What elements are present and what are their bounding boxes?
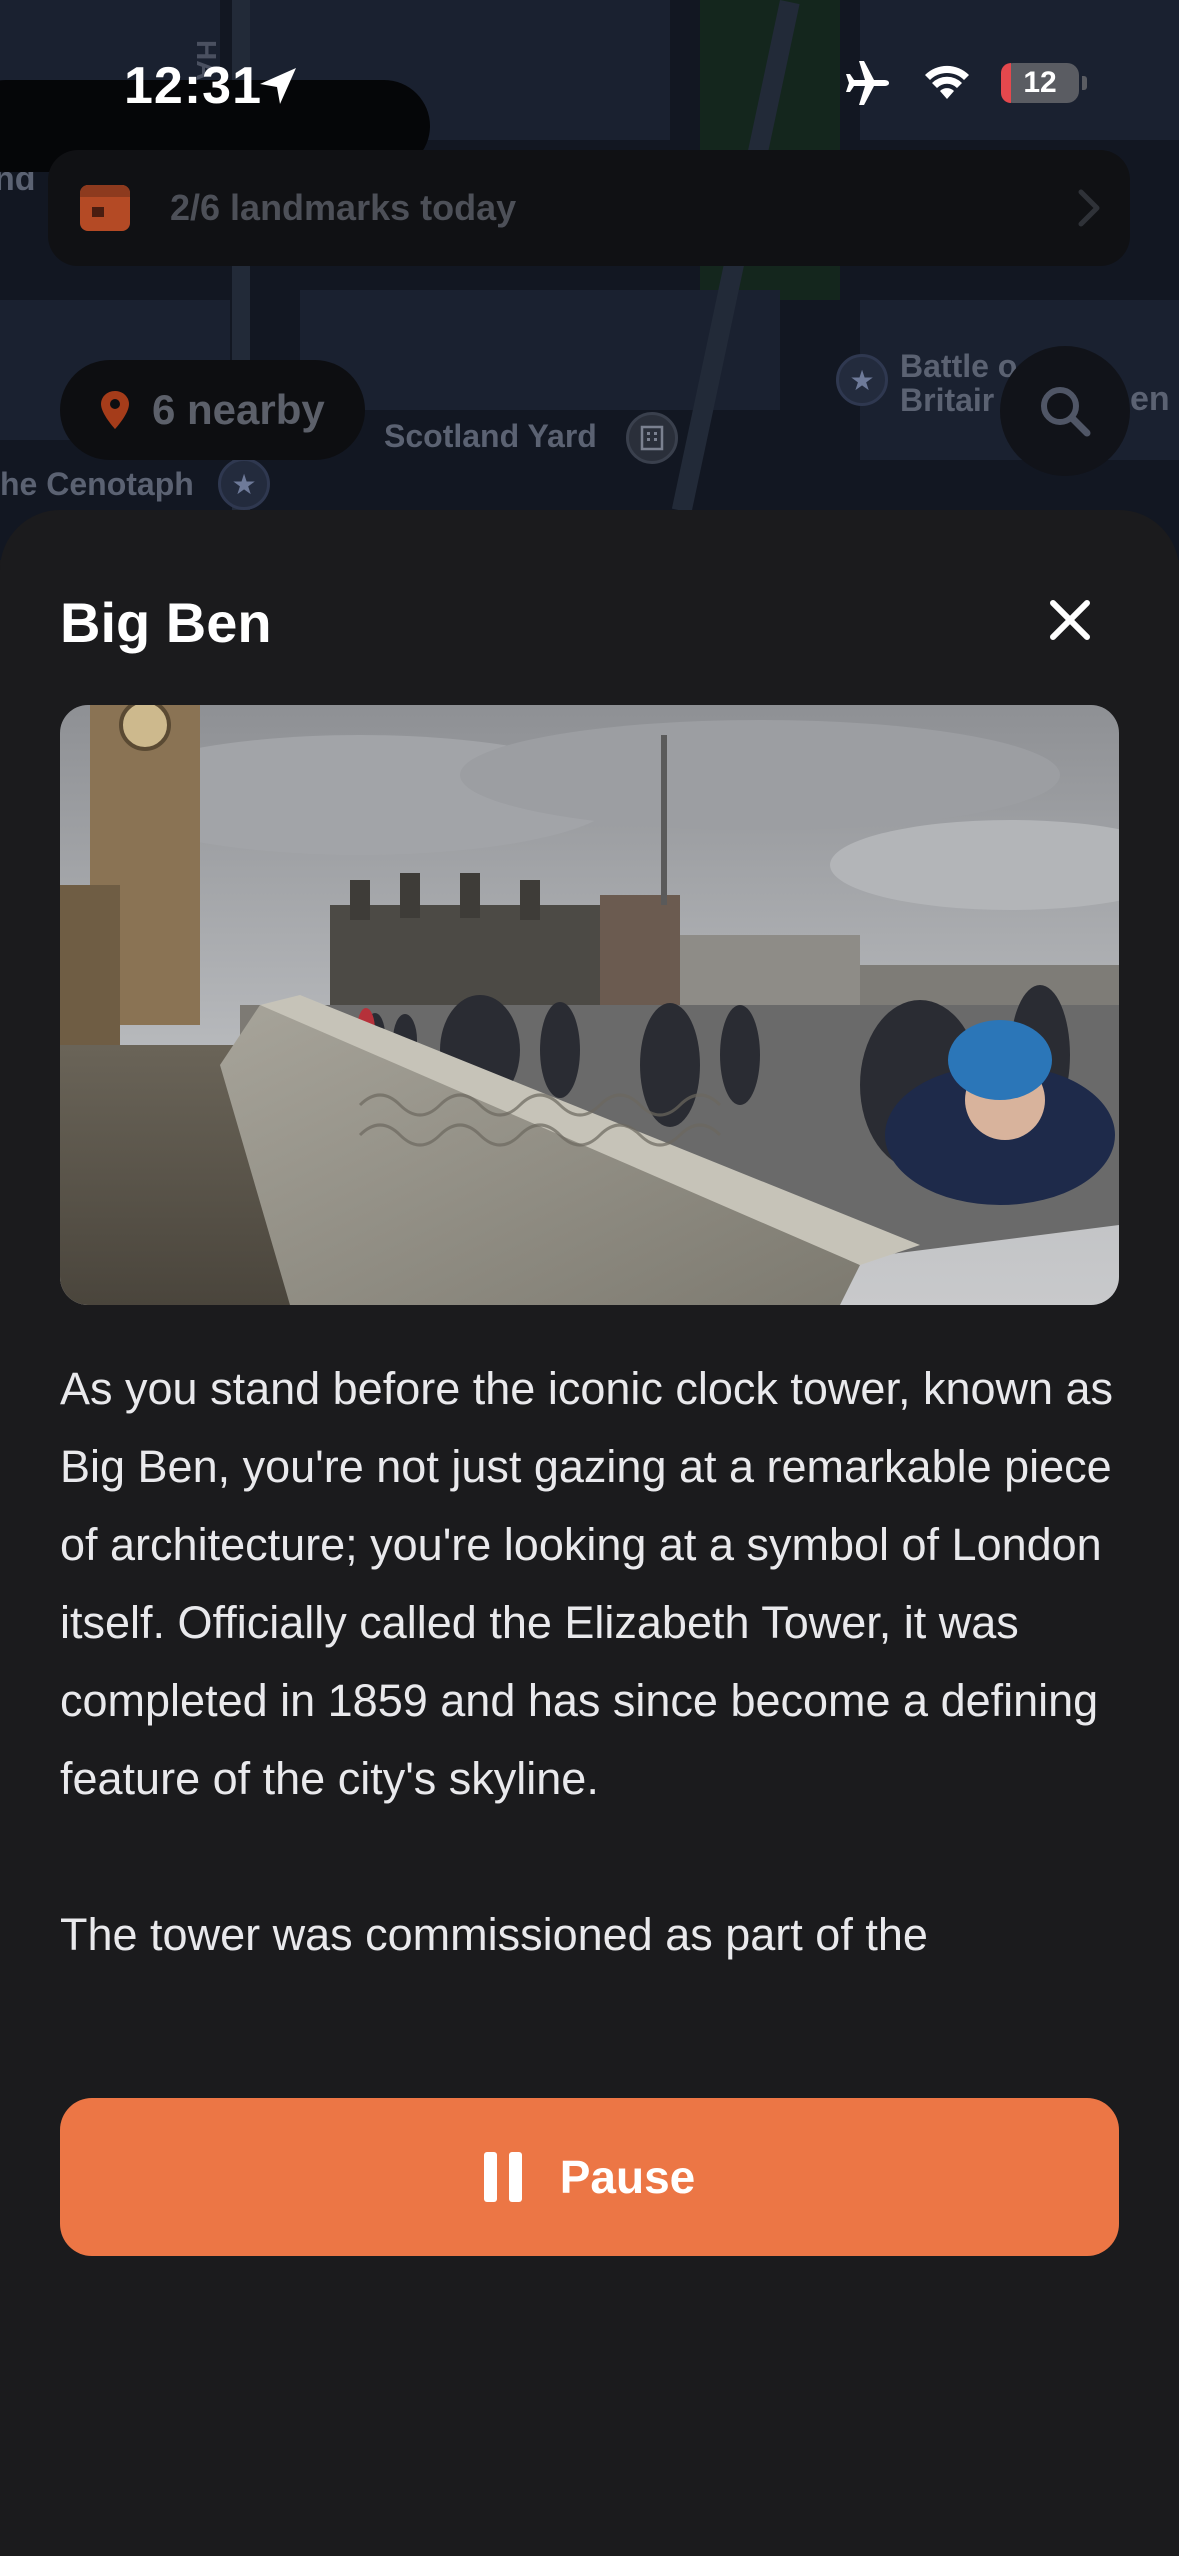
close-icon xyxy=(1050,600,1090,640)
calendar-icon xyxy=(80,185,130,231)
search-button[interactable] xyxy=(1000,346,1130,476)
battle-of-britain-pin[interactable]: ★ xyxy=(836,354,888,406)
chevron-right-icon xyxy=(1078,189,1100,227)
building-icon xyxy=(640,425,664,451)
battery-level: 12 xyxy=(1023,66,1057,99)
map-edge-label-right: en xyxy=(1130,380,1170,418)
description-paragraph: As you stand before the iconic clock tow… xyxy=(60,1363,1114,1804)
star-icon: ★ xyxy=(231,468,257,500)
landmark-photo xyxy=(60,705,1119,1305)
nearby-count: 6 nearby xyxy=(152,386,325,433)
today-landmarks-banner[interactable]: 2/6 landmarks today xyxy=(48,150,1130,266)
status-time: 12:31 xyxy=(124,57,262,115)
close-button[interactable] xyxy=(1040,590,1100,650)
search-icon xyxy=(1041,387,1091,437)
pause-label: Pause xyxy=(559,2151,696,2203)
landmark-description: As you stand before the iconic clock tow… xyxy=(60,1350,1120,2030)
battery-icon: 12 xyxy=(1001,63,1087,103)
star-icon: ★ xyxy=(849,364,875,396)
cenotaph-pin[interactable]: ★ xyxy=(218,458,270,510)
landmark-sheet: Big Ben As you stand before the iconic c… xyxy=(0,510,1179,2556)
nearby-chip[interactable]: 6 nearby xyxy=(60,360,365,460)
scotland-yard-pin[interactable] xyxy=(626,412,678,464)
pause-icon xyxy=(483,2152,522,2202)
today-landmarks-text: 2/6 landmarks today xyxy=(170,187,517,228)
scotland-yard-label: Scotland Yard xyxy=(384,418,597,454)
wifi-icon xyxy=(925,65,969,99)
battle-of-britain-label-2: Britair xyxy=(900,382,995,418)
status-indicators: 12 xyxy=(843,60,1087,106)
location-arrow-icon xyxy=(260,68,296,104)
landmark-title: Big Ben xyxy=(60,591,272,654)
airplane-icon xyxy=(846,61,889,105)
description-paragraph: The tower was commissioned as part of th… xyxy=(60,1909,928,1960)
cenotaph-label: he Cenotaph xyxy=(0,466,194,502)
pause-button[interactable]: Pause xyxy=(60,2098,1119,2256)
battle-of-britain-label-1: Battle o xyxy=(900,348,1018,384)
map-pin-icon xyxy=(101,391,129,429)
